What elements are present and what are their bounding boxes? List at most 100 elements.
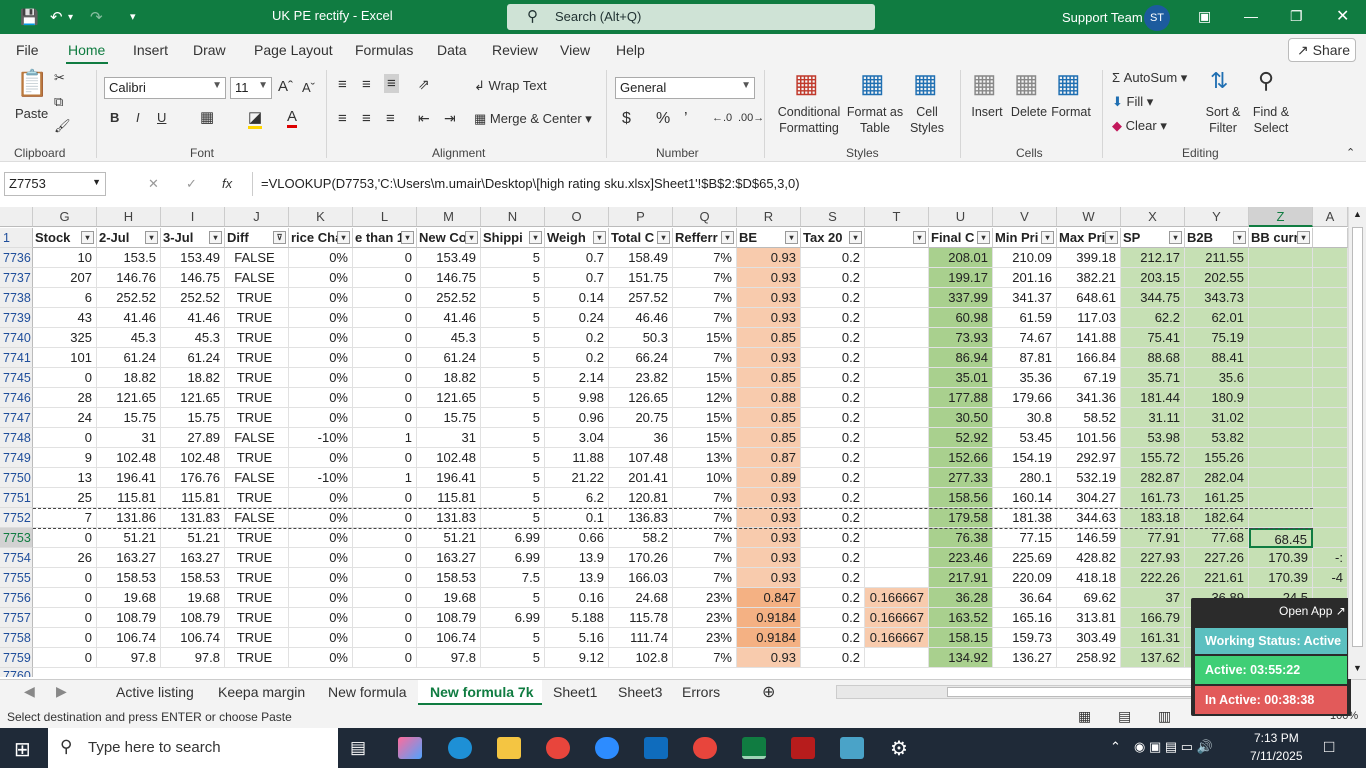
cell-i[interactable]: 27.89 [161, 428, 225, 448]
cell-t[interactable]: 0.166667 [865, 588, 929, 608]
cell-g[interactable]: 9 [33, 448, 97, 468]
cell-i[interactable]: 19.68 [161, 588, 225, 608]
cell-x[interactable]: 212.17 [1121, 248, 1185, 268]
cell-v[interactable]: 35.36 [993, 368, 1057, 388]
cell-n[interactable]: 5 [481, 368, 545, 388]
add-sheet-icon[interactable]: ⊕ [762, 682, 775, 702]
tab-view[interactable]: View [560, 42, 590, 58]
cell-o[interactable]: 0.24 [545, 308, 609, 328]
find-select-button[interactable]: Find & Select [1246, 104, 1296, 136]
cell-n[interactable]: 5 [481, 648, 545, 668]
column-header-u[interactable]: U [929, 207, 993, 227]
column-title-aa[interactable] [1313, 228, 1348, 248]
cell-h[interactable]: 106.74 [97, 628, 161, 648]
enter-icon[interactable]: ✓ [186, 176, 197, 192]
cell-l[interactable]: 0 [353, 328, 417, 348]
cell-i[interactable]: 102.48 [161, 448, 225, 468]
cell-aa[interactable] [1313, 488, 1348, 508]
cell-v[interactable]: 53.45 [993, 428, 1057, 448]
cell-g[interactable]: 0 [33, 608, 97, 628]
cell-x[interactable]: 62.2 [1121, 308, 1185, 328]
cell-x[interactable]: 31.11 [1121, 408, 1185, 428]
cell-i[interactable]: 252.52 [161, 288, 225, 308]
cell-o[interactable]: 0.96 [545, 408, 609, 428]
cell-y[interactable]: 88.41 [1185, 348, 1249, 368]
cell-m[interactable]: 115.81 [417, 488, 481, 508]
cell-r[interactable]: 0.93 [737, 288, 801, 308]
column-title-n[interactable]: Shippi ▾ [481, 228, 545, 248]
cell-q[interactable]: 7% [673, 308, 737, 328]
cell-h[interactable]: 102.48 [97, 448, 161, 468]
page-layout-view-icon[interactable]: ▤ [1118, 708, 1131, 725]
row-header[interactable]: 7758 [0, 628, 33, 648]
cell-l[interactable]: 0 [353, 448, 417, 468]
cell-g[interactable]: 207 [33, 268, 97, 288]
task-view-icon[interactable]: ▤ [350, 738, 366, 758]
collapse-ribbon-icon[interactable]: ⌃ [1346, 146, 1355, 159]
cell-t[interactable] [865, 528, 929, 548]
tab-insert[interactable]: Insert [133, 42, 168, 58]
notification-icon[interactable]: □ [1324, 737, 1334, 757]
cell-y[interactable]: 221.61 [1185, 568, 1249, 588]
cell-w[interactable]: 648.61 [1057, 288, 1121, 308]
cell-g[interactable]: 26 [33, 548, 97, 568]
cell-z[interactable] [1249, 368, 1313, 388]
column-header-r[interactable]: R [737, 207, 801, 227]
cell-l[interactable]: 0 [353, 568, 417, 588]
column-header-n[interactable]: N [481, 207, 545, 227]
cell-m[interactable]: 51.21 [417, 528, 481, 548]
filter-dropdown-icon[interactable]: ▾ [1041, 231, 1054, 244]
clock-date[interactable]: 7/11/2025 [1250, 749, 1303, 763]
cell-t[interactable] [865, 288, 929, 308]
row-header[interactable]: 7751 [0, 488, 33, 508]
filter-dropdown-icon[interactable]: ▾ [657, 231, 670, 244]
cell-j[interactable]: TRUE [225, 548, 289, 568]
cell-p[interactable]: 151.75 [609, 268, 673, 288]
cell-aa[interactable] [1313, 248, 1348, 268]
cell-x[interactable]: 282.87 [1121, 468, 1185, 488]
cell-t[interactable] [865, 568, 929, 588]
scroll-up-icon[interactable]: ▲ [1353, 209, 1362, 219]
cell-x[interactable]: 183.18 [1121, 508, 1185, 528]
column-header-j[interactable]: J [225, 207, 289, 227]
cell-v[interactable]: 165.16 [993, 608, 1057, 628]
cell-j[interactable]: FALSE [225, 468, 289, 488]
column-title-j[interactable]: Diff ⊽ [225, 228, 289, 248]
cell-x[interactable]: 166.79 [1121, 608, 1185, 628]
column-header-t[interactable]: T [865, 207, 929, 227]
cell-k[interactable]: 0% [289, 388, 353, 408]
row-header[interactable]: 7739 [0, 308, 33, 328]
cell-x[interactable]: 227.93 [1121, 548, 1185, 568]
cell-g[interactable]: 7 [33, 508, 97, 528]
filter-dropdown-icon[interactable]: ▾ [1233, 231, 1246, 244]
cell-n[interactable]: 5 [481, 448, 545, 468]
cell-o[interactable]: 0.14 [545, 288, 609, 308]
cell-q[interactable]: 7% [673, 648, 737, 668]
cell-o[interactable]: 9.98 [545, 388, 609, 408]
cell-l[interactable]: 0 [353, 348, 417, 368]
align-bottom-icon[interactable]: ≡ [384, 74, 399, 93]
cell-s[interactable]: 0.2 [801, 608, 865, 628]
cell-r[interactable]: 0.93 [737, 308, 801, 328]
filter-dropdown-icon[interactable]: ▾ [1297, 231, 1310, 244]
cell-p[interactable]: 136.83 [609, 508, 673, 528]
decrease-font-icon[interactable]: Aˇ [302, 80, 315, 95]
align-center-icon[interactable]: ≡ [362, 110, 371, 127]
tab-review[interactable]: Review [492, 42, 538, 58]
cell-m[interactable]: 252.52 [417, 288, 481, 308]
cell-t[interactable] [865, 428, 929, 448]
cell-u[interactable]: 337.99 [929, 288, 993, 308]
zoom-icon[interactable] [595, 737, 619, 759]
cell-o[interactable]: 0.7 [545, 248, 609, 268]
comma-icon[interactable]: ’ [684, 110, 688, 128]
cell-h[interactable]: 252.52 [97, 288, 161, 308]
cell-l[interactable]: 0 [353, 248, 417, 268]
tab-formulas[interactable]: Formulas [355, 42, 413, 58]
cell-t[interactable] [865, 408, 929, 428]
chrome-profile-icon[interactable] [693, 737, 717, 759]
cell-w[interactable]: 382.21 [1057, 268, 1121, 288]
cell-h[interactable]: 153.5 [97, 248, 161, 268]
cell-h[interactable]: 97.8 [97, 648, 161, 668]
cell-z[interactable] [1249, 388, 1313, 408]
cell-i[interactable]: 106.74 [161, 628, 225, 648]
